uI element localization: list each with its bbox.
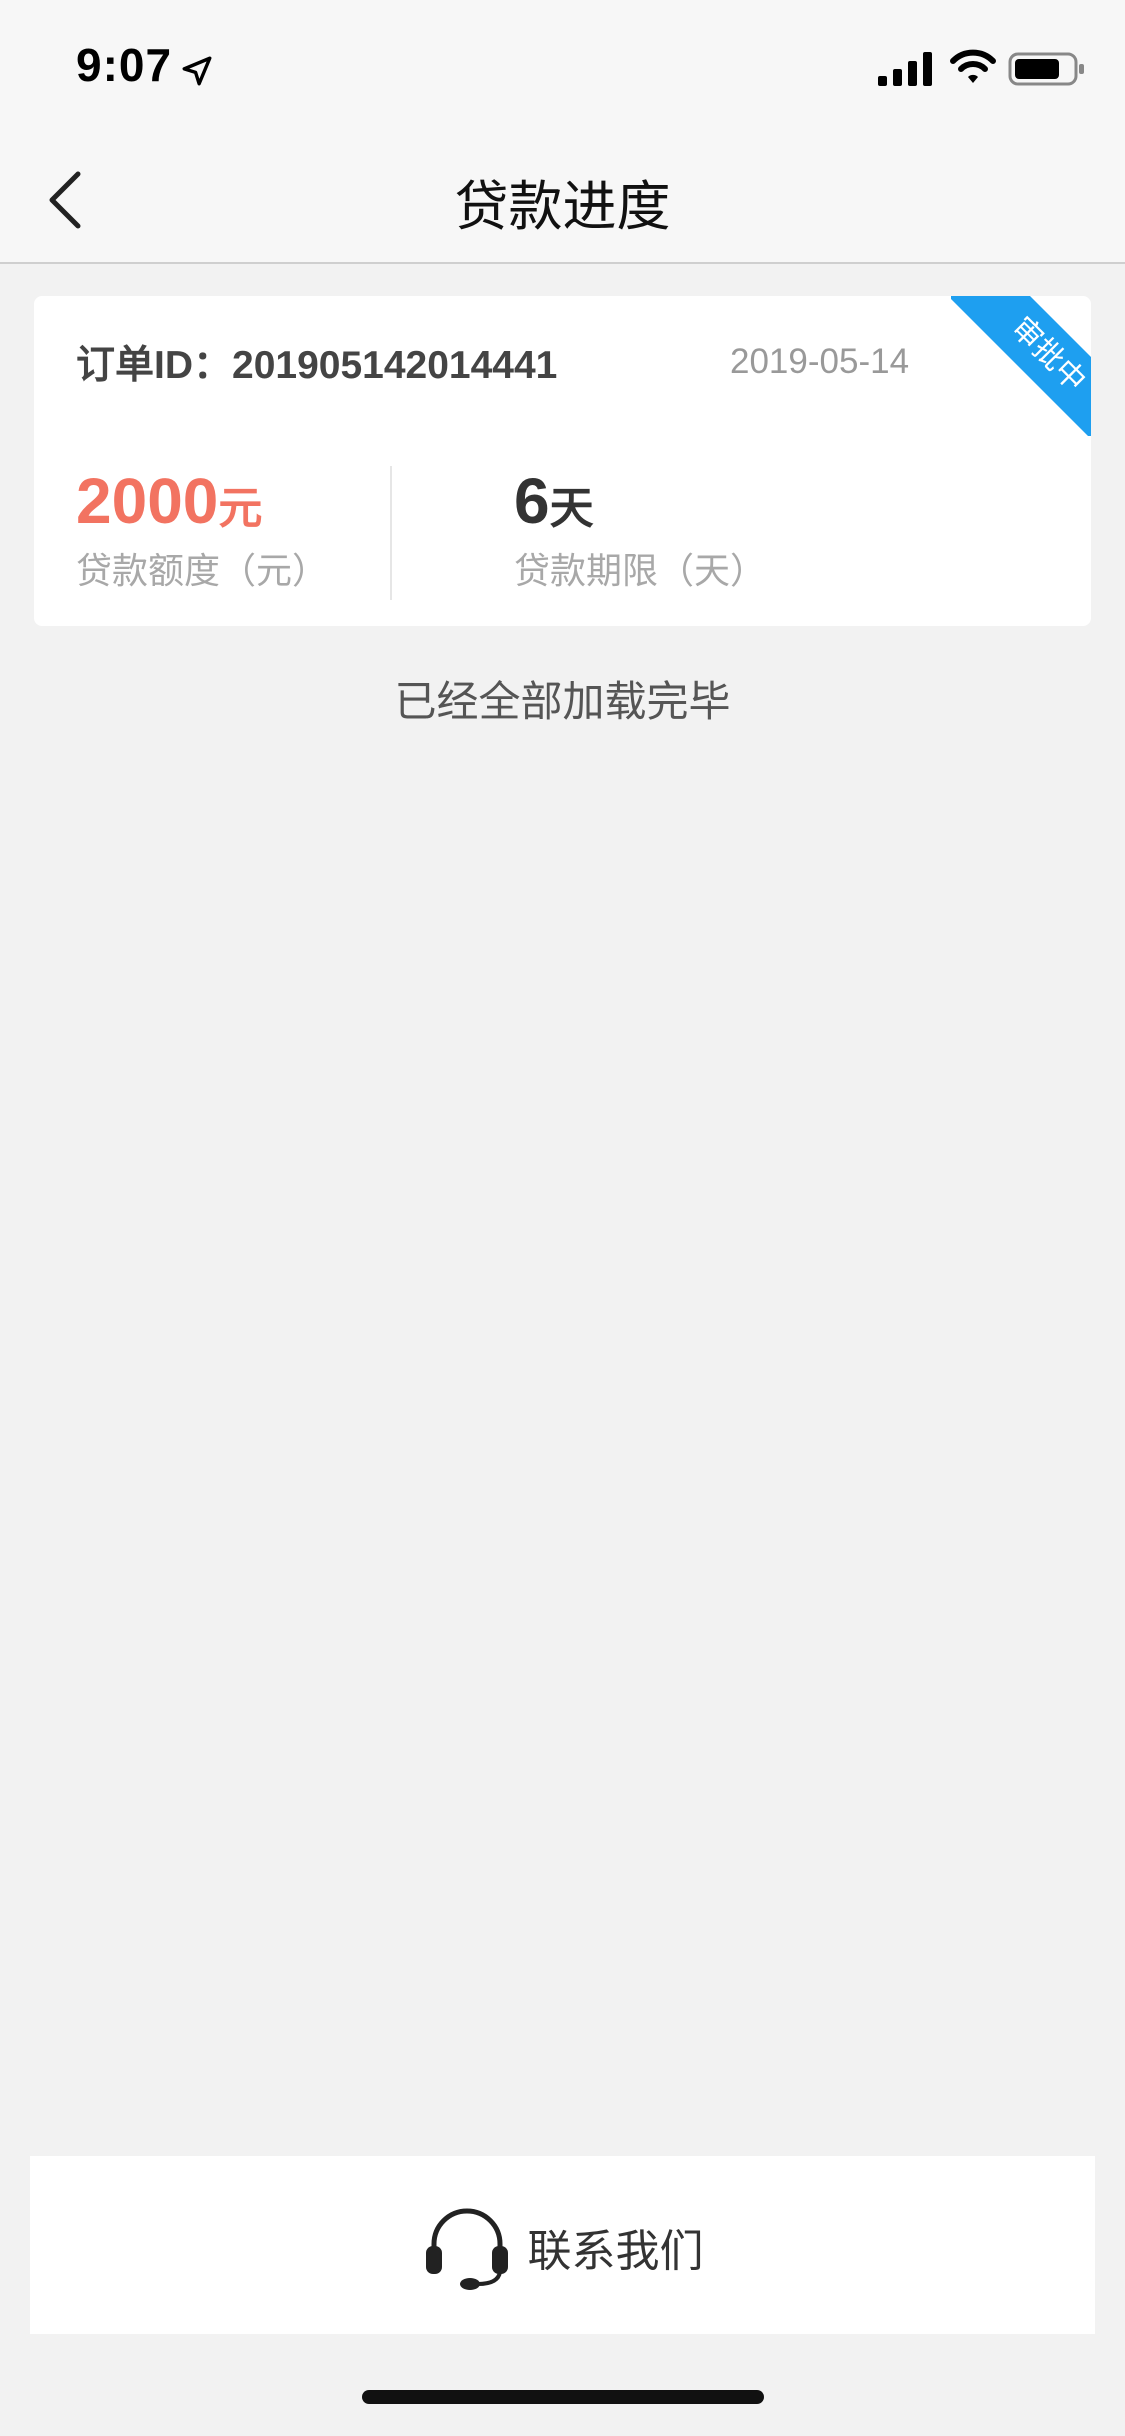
screen: 9:07 贷款进度 订单ID：201905142014441 2019-05-1 — [0, 0, 1125, 2436]
wifi-icon — [950, 49, 996, 83]
order-date: 2019-05-14 — [730, 342, 910, 381]
loan-term-label: 贷款期限（天） — [514, 551, 767, 592]
status-bar: 9:07 — [0, 0, 1125, 132]
loan-amount-unit: 元 — [218, 483, 263, 534]
signal-icon — [878, 52, 932, 86]
loan-amount-value: 2000 — [76, 465, 219, 537]
status-ribbon: 审批中 — [951, 296, 1091, 436]
contact-us-label: 联系我们 — [527, 2226, 704, 2277]
list-end-text: 已经全部加载完毕 — [394, 677, 731, 726]
contact-us-button[interactable]: 联系我们 — [30, 2156, 1095, 2334]
loan-amount-label: 贷款额度（元） — [76, 551, 329, 592]
battery-icon — [1008, 52, 1084, 86]
loan-term-value: 6 — [514, 465, 550, 537]
order-id: 订单ID：201905142014441 — [76, 344, 558, 387]
divider — [390, 466, 392, 600]
headset-icon — [425, 2208, 508, 2290]
loan-term-unit: 天 — [549, 483, 594, 534]
loan-amount: 2000元 贷款额度（元） — [76, 466, 396, 594]
loan-order-card[interactable]: 订单ID：201905142014441 2019-05-14 审批中 2000… — [34, 296, 1091, 626]
home-indicator[interactable] — [362, 2390, 764, 2404]
location-arrow-icon — [182, 56, 212, 86]
contact-us-content: 联系我们 — [30, 2202, 1095, 2292]
status-badge: 审批中 — [951, 296, 1091, 436]
status-time: 9:07 — [76, 39, 173, 91]
loan-term: 6天 贷款期限（天） — [514, 466, 834, 594]
nav-bar: 贷款进度 — [0, 132, 1125, 264]
page-title: 贷款进度 — [454, 175, 671, 238]
